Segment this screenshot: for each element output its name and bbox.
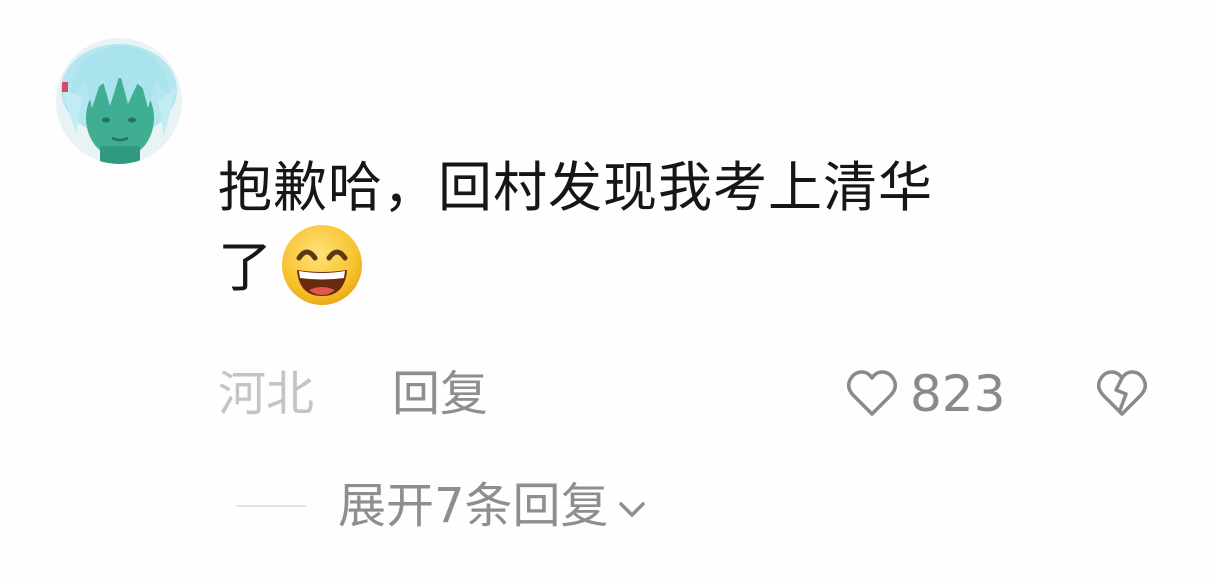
expand-replies-label: 展开7条回复 <box>338 478 609 534</box>
reply-button[interactable]: 回复 <box>392 362 488 426</box>
like-count: 823 <box>910 365 1006 423</box>
expand-replies-row: 展开7条回复 <box>236 474 649 538</box>
dislike-button[interactable] <box>1094 366 1150 422</box>
heart-outline-icon <box>846 370 898 416</box>
comment-meta-row: 河北 回复 823 <box>218 360 1158 430</box>
broken-heart-icon <box>1096 370 1148 416</box>
comment-text: 抱歉哈，回村发现我考上清华 了 <box>218 148 1118 308</box>
comment-line-2: 了 <box>218 225 1118 308</box>
expand-replies-button[interactable]: 展开7条回复 <box>338 474 649 538</box>
user-avatar[interactable] <box>56 38 182 164</box>
chevron-down-icon <box>618 502 645 517</box>
avatar-image <box>56 38 182 164</box>
comment-item: 抱歉哈，回村发现我考上清华 了 河北 回复 823 展开7条回复 <box>0 0 1216 584</box>
grinning-face-emoji <box>279 222 365 308</box>
divider-line <box>236 505 306 507</box>
location-label: 河北 <box>218 366 315 422</box>
like-button[interactable]: 823 <box>844 362 1005 426</box>
comment-line-2-text: 了 <box>218 236 273 299</box>
comment-line-1: 抱歉哈，回村发现我考上清华 <box>218 156 933 219</box>
